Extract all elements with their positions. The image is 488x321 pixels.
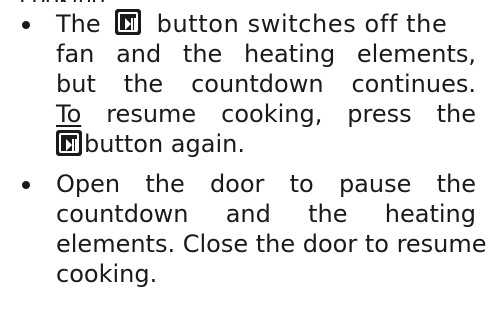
bullet-paragraph-1: The button switches off the fan and the … <box>56 9 476 159</box>
word: fan <box>56 40 95 68</box>
start-pause-icon <box>56 130 82 156</box>
word: the <box>436 100 476 128</box>
line: countdown and the heating <box>56 199 476 229</box>
start-pause-icon <box>114 9 141 35</box>
list-item: Open the door to pause the countdown and… <box>0 169 488 289</box>
word: the <box>123 70 164 98</box>
word: pause <box>338 170 412 198</box>
top-fragment: cooking <box>20 0 106 2</box>
word: the <box>182 40 223 68</box>
line: The button switches off the <box>56 9 476 39</box>
word: the <box>145 170 185 198</box>
word: continues. <box>351 70 476 98</box>
word: and <box>225 200 271 228</box>
text-fragment: button switches off the <box>156 10 448 38</box>
line: To resume cooking, press the <box>56 99 476 129</box>
text-fragment: cooking. <box>56 260 158 288</box>
line: fan and the heating elements, <box>56 39 476 69</box>
text-fragment: button again. <box>84 130 245 158</box>
line: elements. Close the door to resume <box>56 230 487 258</box>
text-fragment: The <box>56 10 101 38</box>
bullet-icon <box>22 181 30 189</box>
word: the <box>436 170 476 198</box>
word: door <box>209 170 265 198</box>
bullet-list: The button switches off the fan and the … <box>0 9 488 299</box>
word: countdown <box>56 200 189 228</box>
word: to <box>289 170 314 198</box>
word: and <box>116 40 162 68</box>
line: button again. <box>56 129 476 159</box>
word: Open <box>56 170 121 198</box>
line: Open the door to pause the <box>56 169 476 199</box>
list-item: The button switches off the fan and the … <box>0 9 488 159</box>
word: press <box>347 100 412 128</box>
bullet-paragraph-2: Open the door to pause the countdown and… <box>56 169 487 289</box>
word: resume <box>106 100 197 128</box>
word: To <box>56 100 82 128</box>
word: but <box>56 70 96 98</box>
bullet-icon <box>22 21 30 29</box>
word: elements, <box>356 40 476 68</box>
word: heating <box>384 200 476 228</box>
line: but the countdown continues. <box>56 69 476 99</box>
word: countdown <box>191 70 324 98</box>
cut-off-top-text: cooking <box>0 0 488 2</box>
word: heating <box>243 40 336 68</box>
word: the <box>308 200 348 228</box>
line: cooking. <box>56 259 476 289</box>
word: cooking, <box>221 100 323 128</box>
